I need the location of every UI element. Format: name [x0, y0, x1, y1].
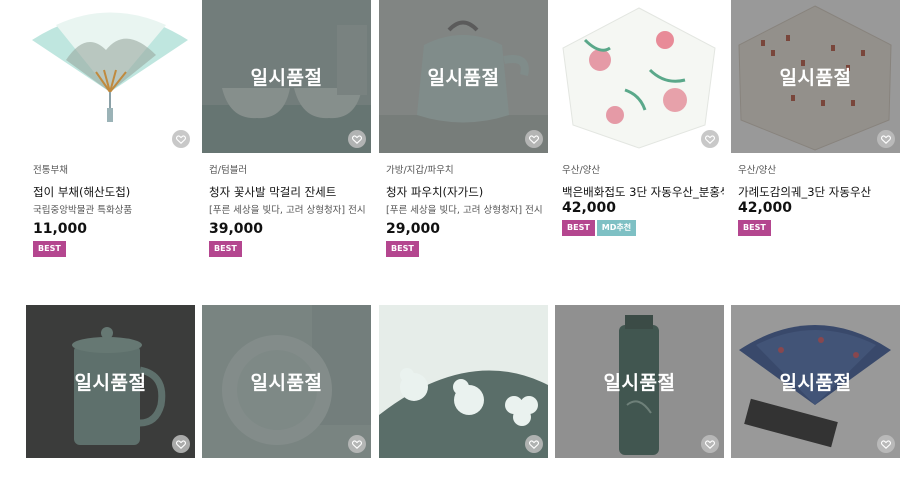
product-image[interactable]: 일시품절 — [555, 305, 724, 458]
heart-icon[interactable] — [877, 130, 895, 148]
product-info: 우산/양산백은배화접도 3단 자동우산_분홍색 42,000 BEST MD추천 — [562, 164, 724, 236]
product-desc: [푸른 세상을 빚다, 고려 상형청자] 전시 — [386, 205, 543, 216]
product-desc: [푸른 세상을 빚다, 고려 상형청자] 전시 — [209, 205, 366, 216]
soldout-overlay: 일시품절 — [202, 0, 371, 153]
product-info: 컵/텀블러청자 꽃사발 막걸리 잔세트 [푸른 세상을 빚다, 고려 상형청자] … — [209, 164, 371, 257]
product-image[interactable]: 일시품절 — [379, 0, 548, 153]
soldout-overlay: 일시품절 — [379, 0, 548, 153]
product-name[interactable]: 접이 부채(해산도첩) — [33, 185, 195, 200]
product-image[interactable]: 일시품절 — [731, 0, 900, 153]
product-card[interactable]: 일시품절 — [731, 305, 900, 489]
badge-group: BEST — [738, 220, 900, 236]
product-category: 가방/지갑/파우치 — [386, 165, 454, 176]
product-price: 11,000 — [33, 221, 88, 237]
badge-group: BEST — [386, 241, 548, 257]
product-card[interactable]: 일시품절 — [555, 305, 724, 489]
heart-icon[interactable] — [525, 130, 543, 148]
best-badge: BEST — [33, 241, 66, 257]
product-category: 전통부채 — [33, 165, 68, 176]
best-badge: BEST — [738, 220, 771, 236]
product-card[interactable]: 일시품절 — [26, 305, 195, 489]
product-image[interactable]: 일시품절 — [202, 305, 371, 458]
product-card[interactable]: 일시품절우산/양산가례도감의궤_3단 자동우산 42,000 BEST — [731, 0, 900, 270]
product-image[interactable] — [555, 0, 724, 153]
heart-icon[interactable] — [172, 435, 190, 453]
product-info: 우산/양산가례도감의궤_3단 자동우산 42,000 BEST — [738, 164, 900, 236]
product-price: 29,000 — [386, 221, 441, 237]
heart-icon[interactable] — [877, 435, 895, 453]
heart-icon[interactable] — [348, 435, 366, 453]
soldout-overlay: 일시품절 — [202, 305, 371, 458]
md-pick-badge: MD추천 — [596, 220, 637, 236]
product-price: 42,000 — [738, 200, 793, 216]
heart-icon[interactable] — [525, 435, 543, 453]
product-grid: 전통부채접이 부채(해산도첩) 국립중앙박물관 특화상품 11,000 BEST 일시… — [0, 0, 900, 489]
product-card[interactable]: 전통부채접이 부채(해산도첩) 국립중앙박물관 특화상품 11,000 BEST — [26, 0, 195, 270]
product-image[interactable] — [26, 0, 195, 153]
product-info: 전통부채접이 부채(해산도첩) 국립중앙박물관 특화상품 11,000 BEST — [33, 164, 195, 257]
product-card[interactable] — [379, 305, 548, 489]
product-card[interactable]: 일시품절 — [202, 305, 371, 489]
product-category: 우산/양산 — [738, 165, 777, 176]
product-image[interactable]: 일시품절 — [202, 0, 371, 153]
product-category: 컵/텀블러 — [209, 165, 248, 176]
badge-group: BEST — [33, 241, 195, 257]
product-name[interactable]: 청자 꽃사발 막걸리 잔세트 — [209, 185, 371, 200]
product-image[interactable]: 일시품절 — [731, 305, 900, 458]
product-name[interactable]: 가례도감의궤_3단 자동우산 — [738, 185, 900, 200]
product-card[interactable]: 일시품절가방/지갑/파우치청자 파우치(자가드) [푸른 세상을 빚다, 고려 상… — [379, 0, 548, 270]
heart-icon[interactable] — [172, 130, 190, 148]
heart-icon[interactable] — [701, 130, 719, 148]
badge-group: BEST — [209, 241, 371, 257]
best-badge: BEST — [209, 241, 242, 257]
product-name[interactable]: 백은배화접도 3단 자동우산_분홍색 — [562, 185, 724, 200]
product-category: 우산/양산 — [562, 165, 601, 176]
product-price: 39,000 — [209, 221, 264, 237]
product-price: 42,000 — [562, 200, 617, 216]
product-image[interactable]: 일시품절 — [26, 305, 195, 458]
product-card[interactable]: 일시품절컵/텀블러청자 꽃사발 막걸리 잔세트 [푸른 세상을 빚다, 고려 상형… — [202, 0, 371, 270]
product-name[interactable]: 청자 파우치(자가드) — [386, 185, 548, 200]
product-card[interactable]: 우산/양산백은배화접도 3단 자동우산_분홍색 42,000 BEST MD추천 — [555, 0, 724, 270]
soldout-overlay: 일시품절 — [26, 305, 195, 458]
product-desc: 국립중앙박물관 특화상품 — [33, 205, 133, 216]
badge-group: BEST MD추천 — [562, 220, 724, 236]
soldout-overlay: 일시품절 — [731, 0, 900, 153]
heart-icon[interactable] — [348, 130, 366, 148]
best-badge: BEST — [562, 220, 595, 236]
product-image[interactable] — [379, 305, 548, 458]
soldout-overlay: 일시품절 — [731, 305, 900, 458]
best-badge: BEST — [386, 241, 419, 257]
soldout-overlay: 일시품절 — [555, 305, 724, 458]
heart-icon[interactable] — [701, 435, 719, 453]
product-info: 가방/지갑/파우치청자 파우치(자가드) [푸른 세상을 빚다, 고려 상형청자]… — [386, 164, 548, 257]
